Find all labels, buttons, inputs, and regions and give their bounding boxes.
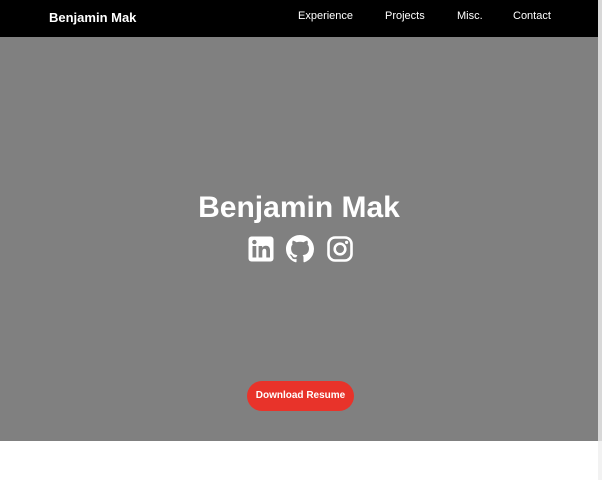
social-links <box>0 235 598 263</box>
hero-title: Benjamin Mak <box>198 191 400 224</box>
linkedin-icon[interactable] <box>247 235 275 263</box>
download-resume-button[interactable]: Download Resume <box>247 381 354 411</box>
nav-link-misc[interactable]: Misc. <box>457 9 483 23</box>
top-navbar: Benjamin Mak Experience Projects Misc. C… <box>0 0 598 37</box>
instagram-icon[interactable] <box>326 235 354 263</box>
page: Benjamin Mak Experience Projects Misc. C… <box>0 0 602 480</box>
nav-link-experience[interactable]: Experience <box>298 9 353 23</box>
github-icon[interactable] <box>286 235 314 263</box>
scrollbar-track[interactable] <box>598 0 602 480</box>
nav-link-projects[interactable]: Projects <box>385 9 425 23</box>
nav-link-contact[interactable]: Contact <box>513 9 551 23</box>
scrollbar-thumb[interactable] <box>598 0 602 441</box>
nav-links: Experience Projects Misc. Contact <box>0 9 598 25</box>
hero-section: Benjamin Mak Download Resume <box>0 37 598 441</box>
